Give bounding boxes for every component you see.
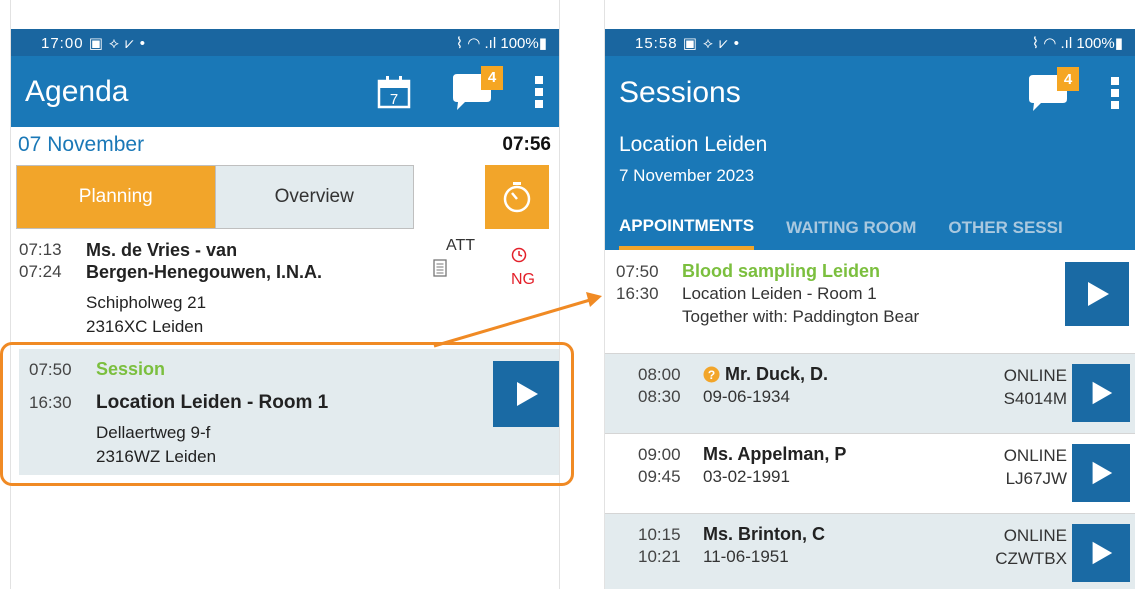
view-switch: Planning Overview bbox=[11, 163, 559, 231]
messages-icon[interactable]: 4 bbox=[449, 65, 503, 112]
patient-name: Ms. Brinton, C bbox=[703, 524, 825, 544]
date-row: 07 November 07:56 bbox=[11, 127, 559, 163]
address-line2: 2316XC Leiden bbox=[86, 317, 204, 336]
status-time: 15:58 bbox=[635, 34, 678, 52]
battery-icon: ▮ bbox=[1114, 34, 1123, 52]
appointment-start: 07:13 bbox=[19, 240, 62, 259]
battery-level: 100% bbox=[1076, 34, 1115, 52]
tab-planning[interactable]: Planning bbox=[17, 166, 215, 228]
svg-text:?: ? bbox=[708, 368, 715, 382]
patient-row[interactable]: 10:15 10:21 Ms. Brinton, C 11-06-1951 ON… bbox=[605, 514, 1135, 589]
signal-icon: ⌇ ◠ .ıl bbox=[455, 34, 497, 52]
sessions-screen: 15:58 ▣ ⟡ ⩗ • ⌇ ◠ .ıl 100%▮ Sessions 4 L… bbox=[604, 0, 1135, 589]
patient-end: 10:21 bbox=[638, 547, 681, 566]
notification-icons: ▣ ⟡ ⩗ • bbox=[682, 34, 741, 52]
session-date: 7 November 2023 bbox=[619, 166, 755, 185]
appointment-type: ATT bbox=[446, 237, 476, 254]
notification-icons: ▣ ⟡ ⩗ • bbox=[88, 34, 147, 52]
play-icon bbox=[1092, 381, 1113, 405]
session-location: Location Leiden - Room 1 bbox=[682, 284, 877, 303]
messages-badge: 4 bbox=[1057, 67, 1079, 91]
location-name: Location Leiden bbox=[619, 133, 768, 156]
consult-mode: ONLINE bbox=[1003, 526, 1067, 545]
patient-start: 09:00 bbox=[638, 445, 681, 464]
arrow-annotation bbox=[433, 292, 602, 348]
appointment-end: 07:24 bbox=[19, 262, 62, 281]
patient-row[interactable]: 08:00 08:30 ? Mr. Duck, D. 09-06-1934 ON… bbox=[605, 354, 1135, 434]
patient-row[interactable]: 09:00 09:45 Ms. Appelman, P 03-02-1991 O… bbox=[605, 434, 1135, 514]
patient-dob: 09-06-1934 bbox=[703, 387, 790, 406]
more-menu-icon[interactable] bbox=[533, 74, 545, 110]
messages-badge: 4 bbox=[481, 65, 503, 90]
patient-name: Ms. Appelman, P bbox=[703, 444, 847, 464]
open-session-button[interactable] bbox=[1065, 262, 1129, 326]
play-icon bbox=[1092, 461, 1113, 485]
patient-name: Mr. Duck, D. bbox=[725, 364, 829, 384]
late-clock-icon bbox=[511, 247, 527, 263]
session-summary[interactable]: 07:50 16:30 Blood sampling Leiden Locati… bbox=[605, 250, 1135, 354]
battery-icon: ▮ bbox=[538, 34, 547, 52]
tab-other-sessions[interactable]: OTHER SESSI bbox=[948, 206, 1062, 250]
patient-code: S4014M bbox=[1003, 389, 1067, 408]
agenda-date[interactable]: 07 November bbox=[18, 133, 144, 157]
play-icon bbox=[1088, 282, 1109, 306]
open-patient-button[interactable] bbox=[1072, 444, 1130, 502]
timer-button[interactable] bbox=[485, 165, 549, 229]
patient-start: 10:15 bbox=[638, 525, 681, 544]
patient-dob: 03-02-1991 bbox=[703, 467, 790, 486]
session-header: Location Leiden 7 November 2023 APPOINTM… bbox=[605, 130, 1135, 250]
signal-icon: ⌇ ◠ .ıl bbox=[1031, 34, 1073, 52]
consult-mode: ONLINE bbox=[1003, 366, 1067, 385]
session-start: 07:50 bbox=[616, 262, 659, 281]
patient-end: 09:45 bbox=[638, 467, 681, 486]
patient-code: LJ67JW bbox=[1005, 469, 1067, 488]
app-bar: Sessions 4 bbox=[605, 56, 1135, 130]
patient-start: 08:00 bbox=[638, 365, 681, 384]
page-title: Agenda bbox=[25, 74, 129, 108]
battery-level: 100% bbox=[500, 34, 539, 52]
session-companion: Together with: Paddington Bear bbox=[682, 307, 920, 326]
stopwatch-icon bbox=[503, 182, 531, 213]
tab-appointments[interactable]: APPOINTMENTS bbox=[619, 206, 755, 250]
warning-icon: ? bbox=[703, 366, 720, 383]
calendar-day: 7 bbox=[390, 91, 398, 108]
page-title: Sessions bbox=[619, 76, 741, 109]
consult-mode: ONLINE bbox=[1003, 446, 1067, 465]
app-bar: Agenda 7 4 bbox=[11, 56, 559, 127]
patient-end: 08:30 bbox=[638, 387, 681, 406]
patient-name-line2: Bergen-Henegouwen, I.N.A. bbox=[86, 262, 323, 282]
status-bar: 15:58 ▣ ⟡ ⩗ • ⌇ ◠ .ıl 100%▮ bbox=[605, 29, 1135, 56]
tab-overview[interactable]: Overview bbox=[214, 166, 413, 228]
address-line1: Schipholweg 21 bbox=[86, 293, 207, 312]
play-icon bbox=[1092, 541, 1113, 565]
open-patient-button[interactable] bbox=[1072, 524, 1130, 582]
tab-bar: APPOINTMENTS WAITING ROOM OTHER SESSI bbox=[619, 206, 1121, 250]
patient-name-line1: Ms. de Vries - van bbox=[86, 240, 238, 260]
tab-waiting-room[interactable]: WAITING ROOM bbox=[786, 206, 916, 250]
document-icon bbox=[433, 259, 447, 277]
patient-code: CZWTBX bbox=[995, 549, 1067, 568]
status-time: 17:00 bbox=[41, 34, 84, 52]
session-end: 16:30 bbox=[616, 284, 659, 303]
current-time: 07:56 bbox=[502, 134, 551, 155]
session-title: Blood sampling Leiden bbox=[682, 261, 881, 281]
calendar-icon[interactable]: 7 bbox=[377, 75, 411, 109]
status-badge: NG bbox=[511, 271, 535, 288]
messages-icon[interactable]: 4 bbox=[1025, 67, 1079, 113]
open-patient-button[interactable] bbox=[1072, 364, 1130, 422]
more-menu-icon[interactable] bbox=[1109, 75, 1121, 111]
status-bar: 17:00 ▣ ⟡ ⩗ • ⌇ ◠ .ıl 100%▮ bbox=[11, 29, 559, 56]
session-highlight bbox=[0, 342, 574, 486]
patient-dob: 11-06-1951 bbox=[703, 547, 789, 566]
